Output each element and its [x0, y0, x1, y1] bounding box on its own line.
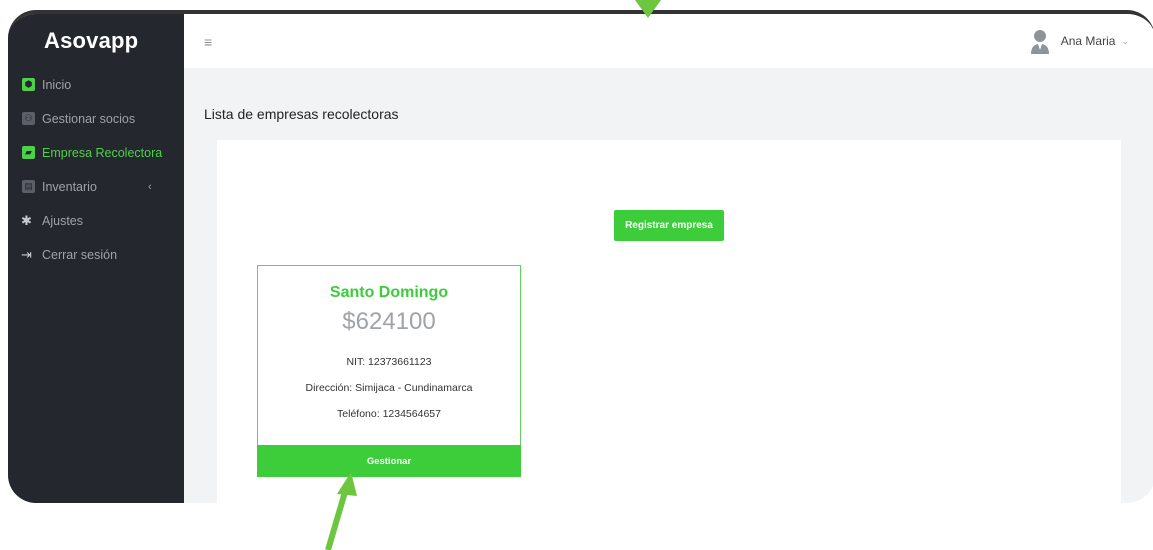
- top-arrow-icon: [635, 0, 661, 18]
- bottom-arrow-icon: [325, 472, 357, 550]
- annotation-arrows: [325, 0, 661, 550]
